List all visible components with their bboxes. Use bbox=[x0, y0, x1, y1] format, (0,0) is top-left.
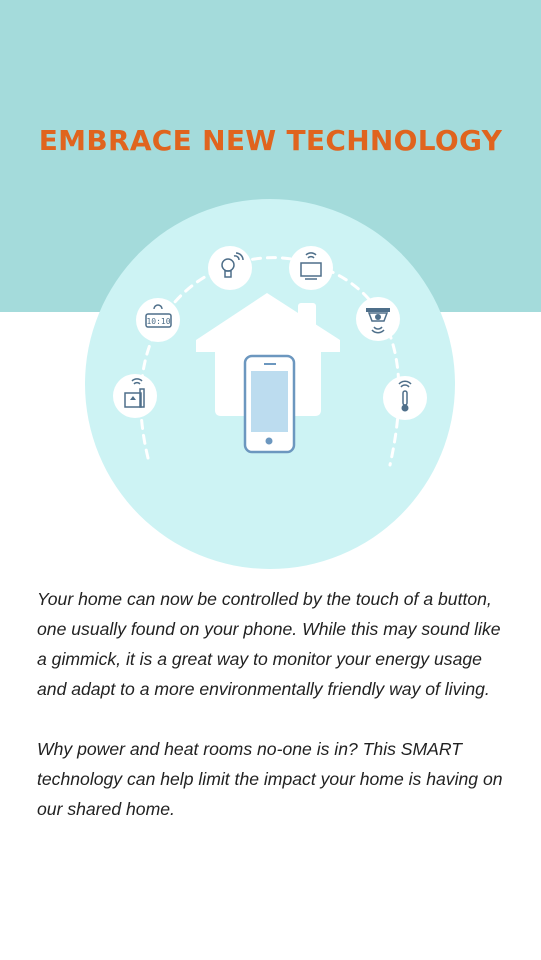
smartphone-icon bbox=[243, 354, 296, 454]
paragraph-smart: Why power and heat rooms no-one is in? T… bbox=[37, 739, 503, 819]
svg-text:10:10: 10:10 bbox=[146, 317, 170, 326]
page-title: EMBRACE NEW TECHNOLOGY bbox=[38, 124, 503, 157]
router-icon bbox=[113, 374, 157, 418]
body-text: Your home can now be controlled by the t… bbox=[37, 584, 512, 824]
thermometer-icon bbox=[383, 376, 427, 420]
paragraph-intro: Your home can now be controlled by the t… bbox=[37, 589, 501, 699]
